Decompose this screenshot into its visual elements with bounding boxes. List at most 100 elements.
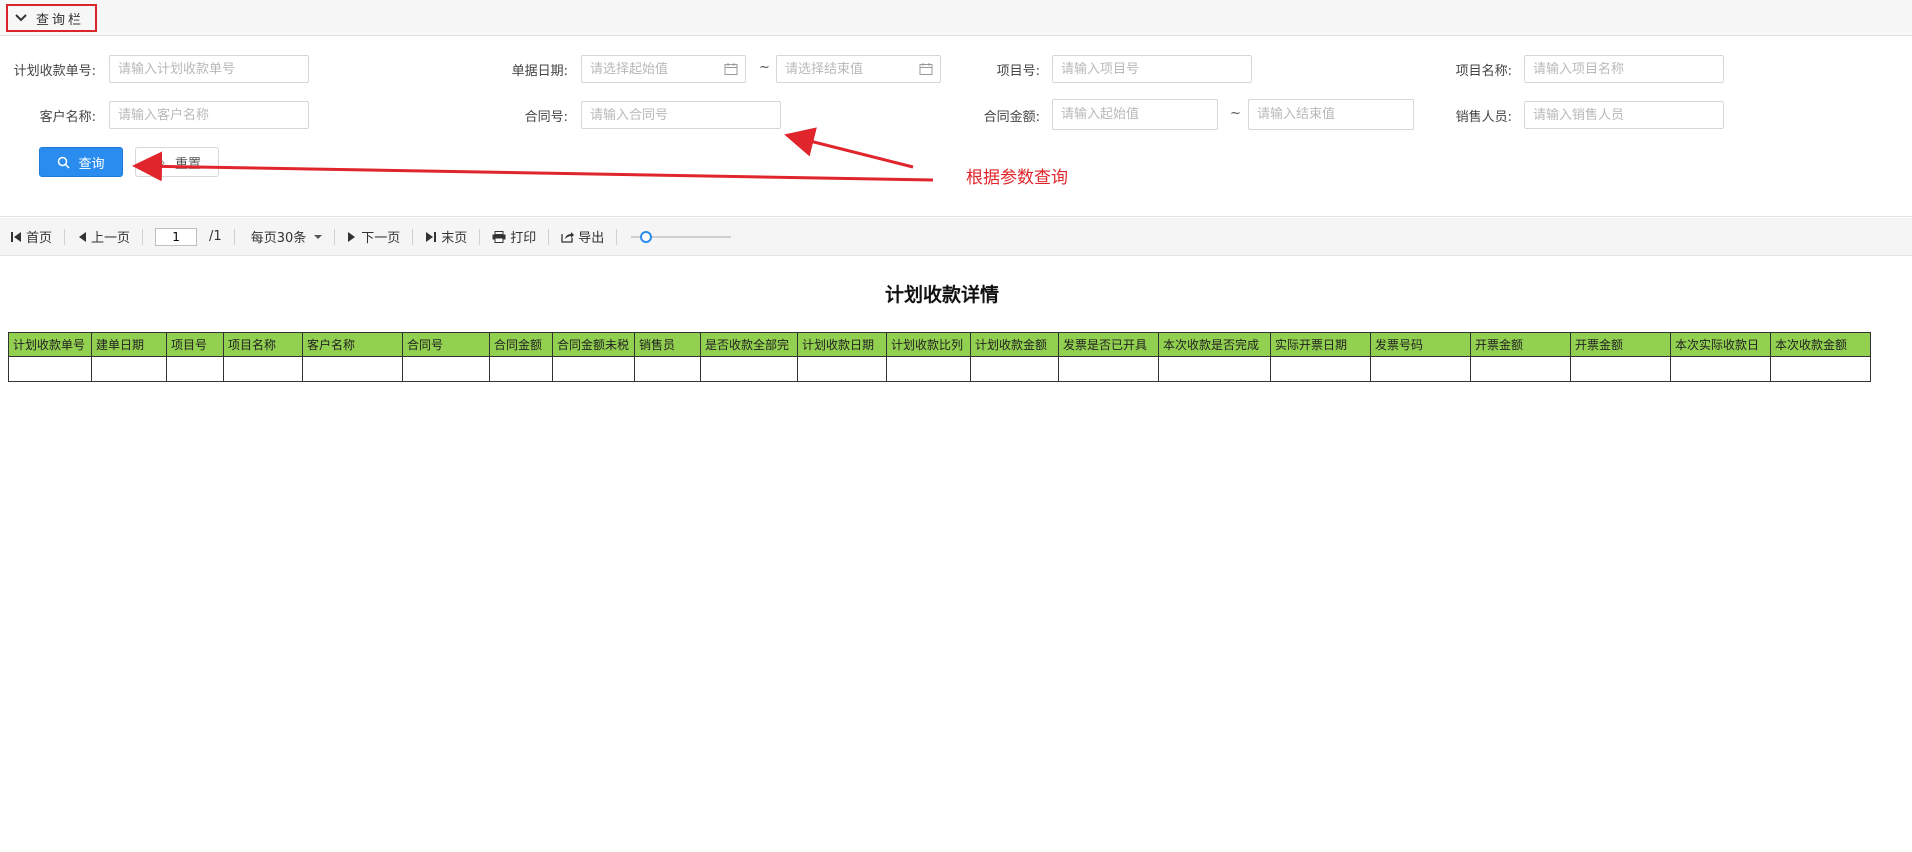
first-page-label: 首页 [26,231,53,246]
zoom-slider-handle[interactable] [640,230,653,243]
table-cell [1770,356,1871,382]
toolbar-divider [616,228,618,245]
column-header: 合同金额未税 [552,332,635,357]
column-header: 客户名称 [302,332,403,357]
report-toolbar: 首页 上一页 /1 每页30条 下一页 末页 打印 导出 [0,218,1912,256]
last-page-label: 末页 [441,231,468,246]
column-header: 开票金额 [1570,332,1671,357]
eraser-icon [154,157,166,168]
column-header: 计划收款比列 [886,332,971,357]
contract-amount-end-input[interactable] [1248,99,1414,130]
page-number-input[interactable] [155,227,198,246]
project-name-input[interactable] [1524,55,1724,83]
column-header: 建单日期 [91,332,167,357]
print-button[interactable]: 打印 [492,227,536,246]
toolbar-divider [233,228,235,245]
table-cell [166,356,224,382]
table-cell [1370,356,1471,382]
toolbar-divider [64,228,66,245]
column-header: 计划收款金额 [970,332,1059,357]
next-page-label: 下一页 [361,231,401,246]
toolbar-divider [479,228,481,245]
customer-name-input[interactable] [109,101,309,129]
column-header: 项目名称 [223,332,303,357]
plan-no-label: 计划收款单号: [13,64,96,79]
column-header: 合同号 [402,332,490,357]
first-page-icon [11,231,21,242]
contract-no-label: 合同号: [524,110,568,125]
table-cell [886,356,971,382]
prev-page-button[interactable]: 上一页 [77,227,130,246]
toolbar-divider [334,228,336,245]
first-page-button[interactable]: 首页 [10,227,52,246]
query-button[interactable]: 查询 [39,147,123,177]
reset-button-label: 重置 [174,156,201,172]
column-header: 实际开票日期 [1270,332,1371,357]
doc-date-end-input[interactable] [776,55,941,83]
reset-button[interactable]: 重置 [135,147,219,177]
project-name-label: 项目名称: [1455,64,1512,79]
table-cell [797,356,887,382]
column-header: 本次收款是否完成 [1158,332,1271,357]
project-no-input[interactable] [1052,55,1252,83]
report-table: 计划收款单号 建单日期 项目号 项目名称 客户名称 合同号 合同金额 合同金额未… [8,332,1871,382]
project-no-label: 项目号: [996,64,1040,79]
print-label: 打印 [510,231,537,246]
table-cell [634,356,701,382]
table-cell [489,356,553,382]
last-page-button[interactable]: 末页 [425,227,467,246]
table-cell [1270,356,1371,382]
export-icon [561,232,575,243]
table-header-row: 计划收款单号 建单日期 项目号 项目名称 客户名称 合同号 合同金额 合同金额未… [8,332,1871,357]
table-cell [552,356,635,382]
calendar-icon[interactable] [919,62,933,76]
chevron-down-icon [15,14,27,22]
contract-amount-start-input[interactable] [1052,99,1218,130]
column-header: 开票金额 [1470,332,1571,357]
doc-date-start-input[interactable] [581,55,746,83]
export-label: 导出 [578,231,605,246]
page-indicator: /1 [155,227,222,246]
annotation-text: 根据参数查询 [966,168,1068,188]
table-cell [700,356,798,382]
table-cell [1470,356,1571,382]
table-cell [1058,356,1159,382]
column-header: 本次实际收款日 [1670,332,1771,357]
table-cell [1570,356,1671,382]
table-cell [1158,356,1271,382]
customer-name-label: 客户名称: [39,110,96,125]
printer-icon [492,230,506,243]
plan-no-input[interactable] [109,55,309,83]
sales-person-label: 销售人员: [1455,110,1512,125]
page-size-label: 每页30条 [250,231,307,246]
contract-no-input[interactable] [581,101,781,129]
last-page-icon [426,231,437,242]
doc-date-range-separator: ~ [759,60,770,75]
zoom-slider[interactable] [631,230,732,243]
toolbar-divider [548,228,550,245]
toolbar-divider [412,228,414,245]
search-icon [58,156,71,169]
table-row [8,356,1871,382]
table-cell [1670,356,1771,382]
page-total: /1 [209,229,222,244]
table-cell [8,356,92,382]
sales-person-input[interactable] [1524,101,1724,129]
export-button[interactable]: 导出 [561,227,604,246]
doc-date-label: 单据日期: [511,64,568,79]
table-cell [302,356,403,382]
next-page-button[interactable]: 下一页 [347,227,400,246]
page-size-dropdown[interactable]: 每页30条 [247,227,323,246]
query-panel: 计划收款单号: 单据日期: ~ 项目号: 项目名称: 客户名称: 合同号: 合同… [0,36,1912,217]
query-bar-toggle[interactable]: 查询栏 [6,4,97,32]
contract-amount-label: 合同金额: [983,110,1040,125]
column-header: 本次收款金额 [1770,332,1871,357]
column-header: 发票号码 [1370,332,1471,357]
table-cell [402,356,490,382]
calendar-icon[interactable] [724,62,738,76]
caret-down-icon [314,234,323,239]
query-bar-header: 查询栏 [0,0,1912,36]
prev-page-label: 上一页 [91,231,131,246]
report-title: 计划收款详情 [884,284,999,306]
caret-right-icon [348,231,356,242]
